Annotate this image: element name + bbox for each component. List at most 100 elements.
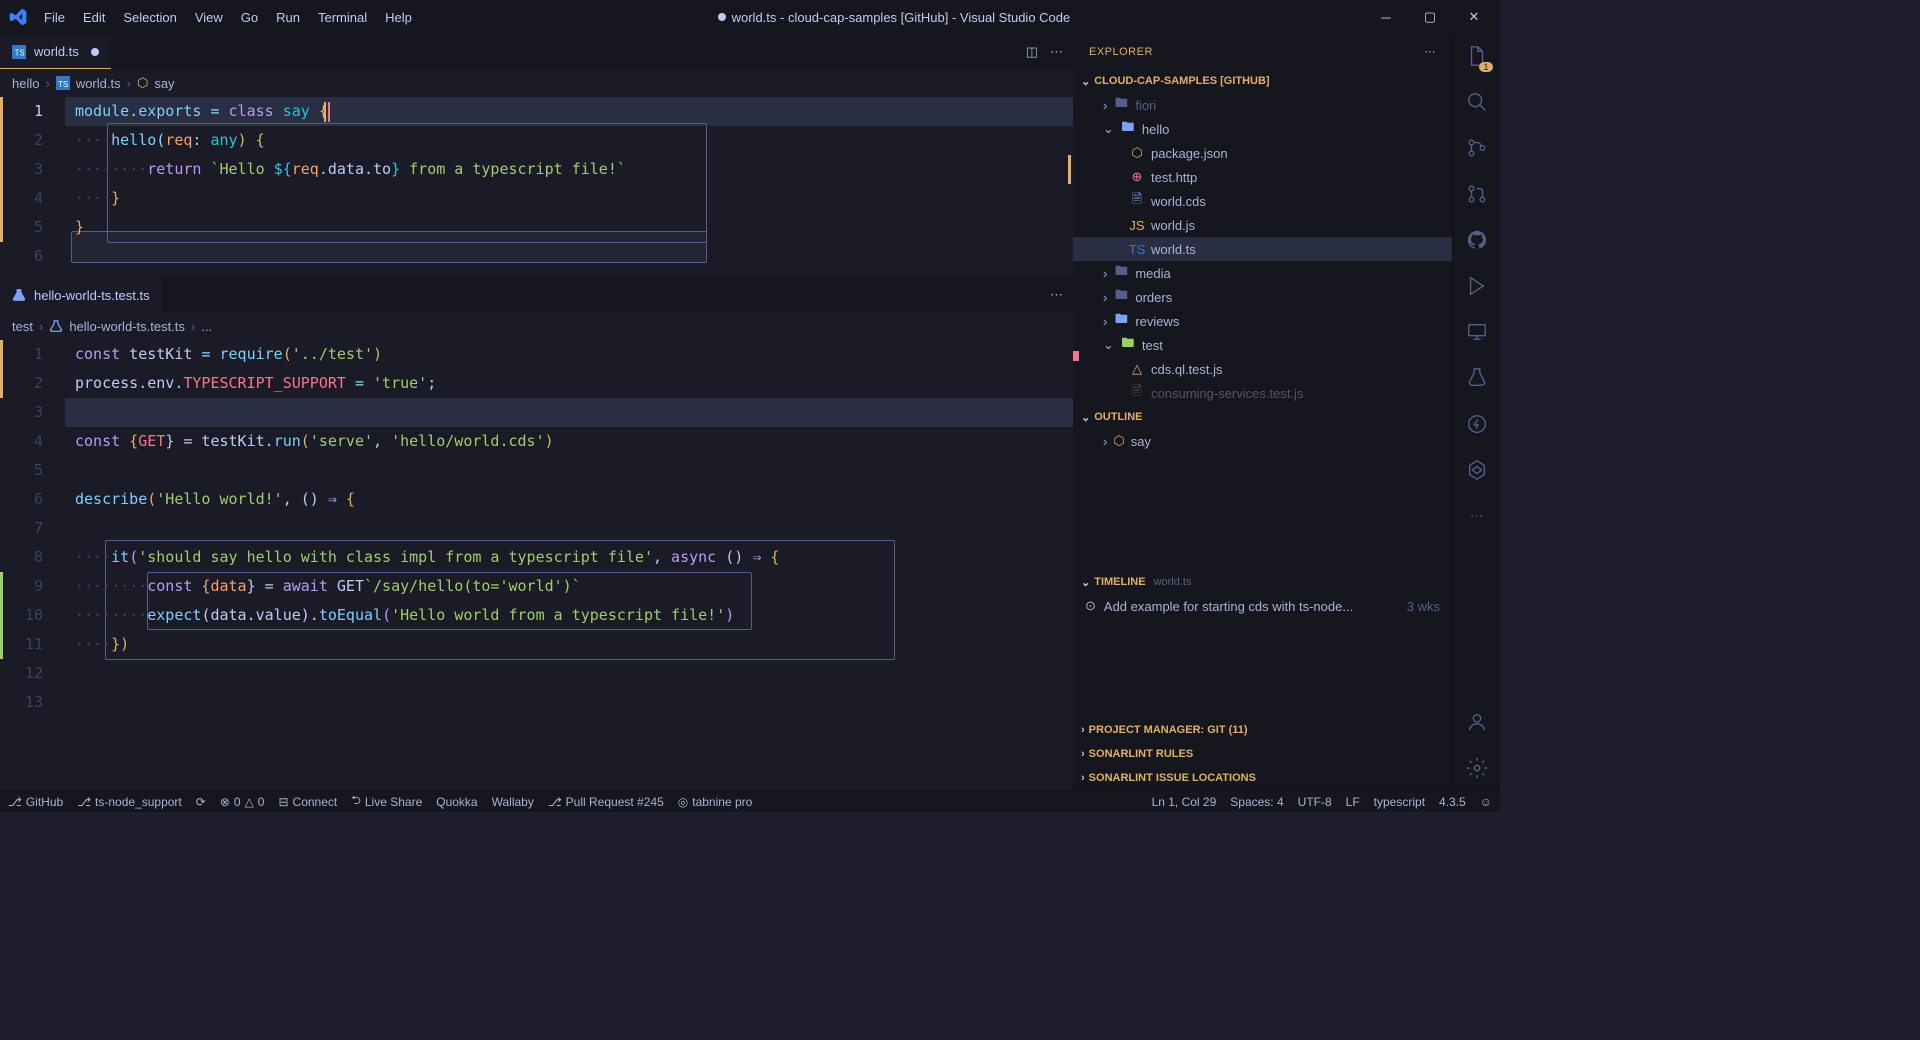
chevron-right-icon: › <box>1081 748 1085 760</box>
tree-file-cdsql[interactable]: △cds.ql.test.js <box>1073 357 1452 381</box>
bolt-icon[interactable] <box>1463 410 1491 438</box>
breadcrumb-folder[interactable]: test <box>12 319 33 334</box>
breadcrumb-symbol[interactable]: say <box>154 76 174 91</box>
sidebar: EXPLORER ⋯ ⌄ CLOUD-CAP-SAMPLES [GITHUB] … <box>1073 34 1452 790</box>
close-button[interactable]: ✕ <box>1456 4 1492 30</box>
status-tabnine[interactable]: ◎tabnine pro <box>678 795 753 809</box>
menu-go[interactable]: Go <box>233 6 266 29</box>
status-connect[interactable]: ⊟Connect <box>278 795 337 809</box>
status-spaces[interactable]: Spaces: 4 <box>1230 795 1283 809</box>
explorer-icon[interactable]: 1 <box>1463 42 1491 70</box>
tree-folder-fiori[interactable]: ›🖿fiori <box>1073 93 1452 117</box>
status-position[interactable]: Ln 1, Col 29 <box>1152 795 1217 809</box>
http-icon: ⊕ <box>1129 169 1145 185</box>
editor2-code[interactable]: 12345678910111213 const testKit = requir… <box>0 340 1073 790</box>
status-branch[interactable]: ⎇ts-node_support <box>77 795 182 809</box>
status-encoding[interactable]: UTF-8 <box>1298 795 1332 809</box>
menu-view[interactable]: View <box>187 6 231 29</box>
more-actions-icon[interactable]: ⋯ <box>1425 45 1437 58</box>
maximize-button[interactable]: ▢ <box>1412 4 1448 30</box>
chevron-right-icon: › <box>1103 266 1107 281</box>
section-timeline[interactable]: ⌄ TIMELINE world.ts <box>1073 570 1452 594</box>
menu-terminal[interactable]: Terminal <box>310 6 375 29</box>
outline-item-say[interactable]: ›⬡say <box>1073 429 1452 453</box>
tree-folder-media[interactable]: ›🖿media <box>1073 261 1452 285</box>
tree-folder-reviews[interactable]: ›🖿reviews <box>1073 309 1452 333</box>
tree-folder-test[interactable]: ⌄🖿test <box>1073 333 1452 357</box>
status-sync[interactable]: ⟳ <box>196 795 206 809</box>
section-sonarlint-rules[interactable]: ›SONARLINT RULES <box>1073 742 1452 766</box>
titlebar: File Edit Selection View Go Run Terminal… <box>0 0 1500 34</box>
tree-folder-orders[interactable]: ›🖿orders <box>1073 285 1452 309</box>
breadcrumb-file[interactable]: world.ts <box>76 76 121 91</box>
status-eol[interactable]: LF <box>1346 795 1360 809</box>
remote-icon[interactable] <box>1463 318 1491 346</box>
tree-file-consuming[interactable]: 🗎consuming-services.test.js <box>1073 381 1452 405</box>
testing-icon[interactable] <box>1463 364 1491 392</box>
tree-file-package[interactable]: ⬡package.json <box>1073 141 1452 165</box>
breadcrumb2[interactable]: test › hello-world-ts.test.ts › ... <box>0 312 1073 340</box>
more-actions-icon[interactable]: ⋯ <box>1050 44 1063 60</box>
section-sonarlint-issues[interactable]: ›SONARLINT ISSUE LOCATIONS <box>1073 766 1452 790</box>
vscode-icon <box>8 7 28 27</box>
search-icon[interactable] <box>1463 88 1491 116</box>
branch-icon: ⎇ <box>77 795 91 809</box>
status-ver[interactable]: 4.3.5 <box>1439 795 1466 809</box>
menu-file[interactable]: File <box>36 6 73 29</box>
class-icon: ⬡ <box>1113 433 1124 449</box>
run-debug-icon[interactable] <box>1463 272 1491 300</box>
split-editor-icon[interactable]: ◫ <box>1026 44 1038 60</box>
menu-edit[interactable]: Edit <box>75 6 113 29</box>
timeline-item[interactable]: ⊙ Add example for starting cds with ts-n… <box>1073 594 1452 618</box>
tree-file-worldts[interactable]: TSworld.ts <box>1073 237 1452 261</box>
minimize-button[interactable]: ─ <box>1368 4 1404 30</box>
chevron-right-icon: › <box>191 319 195 334</box>
hexagon-icon[interactable] <box>1463 456 1491 484</box>
status-lang[interactable]: typescript <box>1374 795 1425 809</box>
menu-help[interactable]: Help <box>377 6 420 29</box>
status-github[interactable]: ⎇GitHub <box>8 795 63 809</box>
folder-icon: 🖿 <box>1120 118 1136 140</box>
pull-request-icon[interactable] <box>1463 180 1491 208</box>
status-problems[interactable]: ⊗0△0 <box>220 795 265 809</box>
section-outline[interactable]: ⌄ OUTLINE <box>1073 405 1452 429</box>
more-actions-icon[interactable]: ⋯ <box>1050 287 1063 303</box>
breadcrumb[interactable]: hello › TS world.ts › ⬡ say <box>0 69 1073 97</box>
folder-icon: 🖿 <box>1113 262 1129 284</box>
breadcrumb-file[interactable]: hello-world-ts.test.ts <box>69 319 185 334</box>
tree-folder-hello[interactable]: ⌄🖿hello <box>1073 117 1452 141</box>
tab-world-ts[interactable]: TS world.ts <box>0 34 111 69</box>
statusbar: ⎇GitHub ⎇ts-node_support ⟳ ⊗0△0 ⊟Connect… <box>0 790 1500 812</box>
test-icon <box>12 288 26 302</box>
status-liveshare[interactable]: ⮌Live Share <box>351 791 422 812</box>
editor1-code[interactable]: 123456 module.exports = class say { ····… <box>0 97 1073 277</box>
menu-selection[interactable]: Selection <box>115 6 184 29</box>
account-icon[interactable] <box>1463 708 1491 736</box>
github-icon[interactable] <box>1463 226 1491 254</box>
tree-file-testhttp[interactable]: ⊕test.http <box>1073 165 1452 189</box>
menubar: File Edit Selection View Go Run Terminal… <box>36 6 420 29</box>
status-feedback[interactable]: ☺ <box>1480 795 1492 809</box>
more-icon[interactable]: ⋯ <box>1463 502 1491 530</box>
status-quokka[interactable]: Quokka <box>436 795 477 809</box>
svg-text:TS: TS <box>15 48 25 57</box>
menu-run[interactable]: Run <box>268 6 308 29</box>
tab-hello-test[interactable]: hello-world-ts.test.ts <box>0 277 162 312</box>
breadcrumb-more[interactable]: ... <box>201 319 212 334</box>
liveshare-icon: ⮌ <box>351 791 361 812</box>
test-icon: △ <box>1129 361 1145 377</box>
breadcrumb-folder[interactable]: hello <box>12 76 39 91</box>
tree-file-worldjs[interactable]: JSworld.js <box>1073 213 1452 237</box>
tab-label: world.ts <box>34 44 79 59</box>
section-project-manager[interactable]: ›PROJECT MANAGER: GIT (11) <box>1073 718 1452 742</box>
folder-icon: 🖿 <box>1113 94 1129 116</box>
status-wallaby[interactable]: Wallaby <box>492 795 534 809</box>
settings-icon[interactable] <box>1463 754 1491 782</box>
source-control-icon[interactable] <box>1463 134 1491 162</box>
tree-file-worldcds[interactable]: 🗎world.cds <box>1073 189 1452 213</box>
nodejs-icon: ⬡ <box>1129 145 1145 161</box>
editor2-tabs: hello-world-ts.test.ts ⋯ <box>0 277 1073 312</box>
section-workspace[interactable]: ⌄ CLOUD-CAP-SAMPLES [GITHUB] <box>1073 69 1452 93</box>
status-pr[interactable]: ⎇Pull Request #245 <box>548 795 664 809</box>
chevron-down-icon: ⌄ <box>1081 75 1090 88</box>
